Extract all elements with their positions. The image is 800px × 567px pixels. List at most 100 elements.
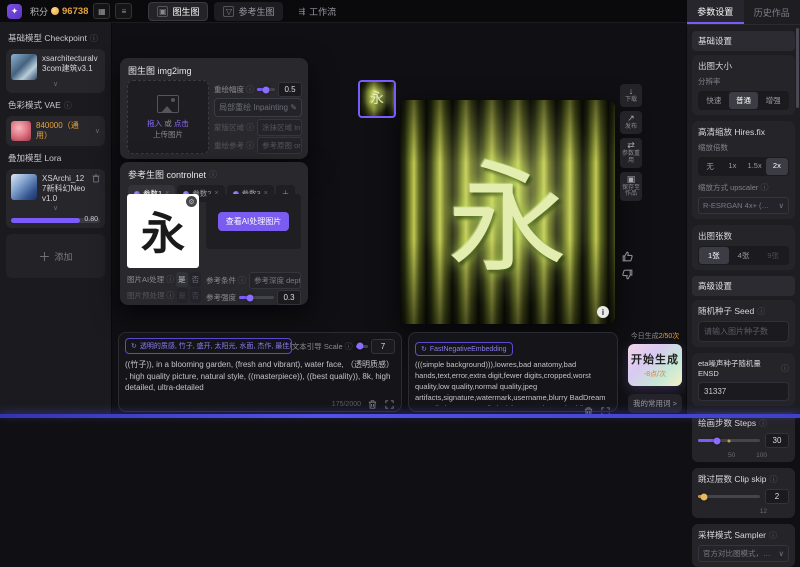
publish-button[interactable]: ↗ 发布	[620, 111, 642, 134]
download-button[interactable]: ↓ 下载	[620, 84, 642, 107]
positive-prompt-input[interactable]: ((竹子)), in a blooming garden, (fresh and…	[125, 359, 395, 397]
sampler-card: 采样模式 Samplerⓘ 官方对比图模式，易调试 (DP…∨	[692, 524, 795, 567]
seed-card: 随机种子 Seedⓘ 请输入图片种子数	[692, 300, 795, 347]
ref-condition-dropdown[interactable]: 参考深度 dept∨	[249, 272, 301, 289]
upscaler-dropdown[interactable]: R-ESRGAN 4x+ (适合多种风…∨	[698, 197, 789, 214]
trash-icon[interactable]	[367, 399, 378, 410]
upscaler-label: 缩放方式 upscaler ⓘ	[698, 182, 789, 193]
scale-15x[interactable]: 1.5x	[744, 158, 766, 175]
image-info-icon[interactable]: i	[597, 306, 609, 318]
preprocess-yes-button[interactable]: 是	[177, 288, 188, 303]
seed-input[interactable]: 请输入图片种子数	[698, 321, 789, 342]
credits[interactable]: 积分 96738	[30, 5, 88, 18]
tab-history[interactable]: 历史作品	[744, 0, 800, 24]
thumb-up-icon[interactable]	[621, 250, 634, 263]
my-words-button[interactable]: 我的常用词 >	[628, 394, 682, 413]
cfg-scale-slider[interactable]	[356, 345, 368, 348]
sampler-dropdown[interactable]: 官方对比图模式，易调试 (DP…∨	[698, 545, 789, 562]
save-icon: ▣	[627, 175, 636, 184]
ref-strength-slider[interactable]	[239, 296, 274, 299]
chevron-down-icon[interactable]: ∨	[11, 80, 100, 88]
chevron-down-icon[interactable]: ∨	[11, 204, 100, 212]
image-icon: ▣	[157, 6, 168, 17]
steps-slider[interactable]	[698, 439, 760, 442]
controlnet-source-image[interactable]: 永 ⚙	[127, 194, 199, 268]
result-thumbnail[interactable]: 永	[358, 80, 396, 118]
checkpoint-thumbnail	[11, 54, 37, 80]
view-ai-image-button[interactable]: 查看AI处理图片	[218, 212, 290, 231]
gear-icon[interactable]: ⚙	[186, 196, 197, 207]
grid-view-button[interactable]: ▦	[93, 3, 110, 19]
steps-mid-tick: 50	[728, 452, 735, 459]
image-glyph: 永	[448, 121, 568, 295]
tab-controlnet[interactable]: ▽ 参考生图	[214, 2, 283, 21]
tab-parameters[interactable]: 参数设置	[687, 0, 744, 24]
lora-card[interactable]: XSArchi_127新科幻Neov1.0 ∨ 0.80	[6, 169, 105, 228]
basic-settings-header: 基础设置	[692, 31, 795, 51]
expand-icon[interactable]	[384, 399, 395, 410]
count-4[interactable]: 4张	[729, 247, 759, 264]
vae-section-title: 色彩模式 VAEⓘ	[8, 99, 105, 111]
ai-process-yes-button[interactable]: 是	[176, 272, 187, 287]
settings-sidebar: 参数设置 历史作品 基础设置 出图大小 分辨率 快速 普通 增强 高清缩放 Hi…	[686, 0, 800, 418]
delete-icon[interactable]	[92, 174, 100, 185]
info-icon: ⓘ	[209, 169, 217, 180]
scale-2x[interactable]: 2x	[766, 158, 788, 175]
save-to-works-button[interactable]: ▣ 保存至作品	[620, 172, 642, 202]
ensd-label: eta噪声种子随机量 ENSDⓘ	[698, 358, 789, 378]
res-enhanced[interactable]: 增强	[758, 92, 788, 109]
ensd-input[interactable]: 31337	[698, 382, 789, 401]
lora-weight-slider[interactable]: 0.80	[11, 218, 100, 223]
denoise-label: 重绘幅度ⓘ	[214, 84, 254, 95]
image-actions: ↓ 下载 ↗ 发布 ⇄ 参数重用 ▣ 保存至作品	[620, 84, 642, 201]
count-1[interactable]: 1张	[699, 247, 729, 264]
negative-embedding-chip[interactable]: ↻ FastNegativeEmbedding	[415, 342, 513, 356]
generated-image[interactable]: 永 i	[400, 100, 615, 324]
chevron-down-icon[interactable]: ∨	[95, 127, 100, 135]
ref-strength-value[interactable]: 0.3	[277, 290, 301, 305]
feedback-buttons	[621, 250, 634, 281]
clip-skip-slider[interactable]	[698, 495, 760, 498]
tab-workflow[interactable]: ⇶ 工作流	[289, 2, 345, 21]
seed-label: 随机种子 Seedⓘ	[698, 305, 789, 317]
reuse-params-button[interactable]: ⇄ 参数重用	[620, 138, 642, 168]
ai-process-no-button[interactable]: 否	[190, 272, 201, 287]
lora-thumbnail	[11, 174, 37, 200]
generate-button[interactable]: 开始生成 -8点/次	[628, 344, 682, 386]
res-normal[interactable]: 普通	[729, 92, 759, 109]
add-lora-button[interactable]: ＋ 添加	[6, 234, 105, 278]
app-logo[interactable]: ✦	[7, 4, 22, 19]
cfg-scale-value[interactable]: 7	[371, 339, 395, 354]
settings-tabs: 参数设置 历史作品	[687, 0, 800, 25]
ensd-card: eta噪声种子随机量 ENSDⓘ 31337	[692, 353, 795, 406]
vae-card[interactable]: 840000（通用） ∨	[6, 116, 105, 146]
denoise-slider[interactable]	[257, 88, 275, 91]
checkpoint-card[interactable]: xsarchitecturalv3com建筑v3.1 ∨	[6, 49, 105, 93]
redraw-ref-dropdown[interactable]: 参考原图 or∨	[257, 137, 302, 154]
preprocess-no-button[interactable]: 否	[190, 288, 201, 303]
credits-value: 96738	[62, 6, 88, 17]
res-fast[interactable]: 快速	[699, 92, 729, 109]
workflow-icon: ⇶	[298, 7, 305, 16]
hires-scale-segmented: 无 1x 1.5x 2x	[698, 157, 789, 176]
checkpoint-section-title: 基础模型 Checkpointⓘ	[8, 32, 105, 44]
sidebar-scrollbar[interactable]	[796, 28, 799, 108]
grid-icon: ▦	[98, 7, 106, 16]
preprocess-row: 图片预处理ⓘ 是 否	[127, 288, 201, 303]
scale-none[interactable]: 无	[699, 158, 721, 175]
batch-count-title: 出图张数	[698, 230, 789, 242]
inpainting-button[interactable]: 局部重绘 Inpainting ✎	[214, 98, 302, 117]
clip-skip-value[interactable]: 2	[765, 489, 789, 504]
tab-img2img[interactable]: ▣ 图生图	[148, 2, 208, 21]
positive-translate-chip[interactable]: ↻ 透明的质感, 竹子, 盛开, 太阳光, 水面, 杰作, 最佳质量	[125, 338, 292, 354]
steps-value[interactable]: 30	[765, 433, 789, 448]
img2img-upload-dropzone[interactable]: 拖入 或 点击 上传图片	[127, 80, 209, 154]
thumb-down-icon[interactable]	[621, 268, 634, 281]
denoise-value[interactable]: 0.5	[278, 82, 302, 97]
menu-button[interactable]: ≡	[115, 3, 132, 19]
scale-1x[interactable]: 1x	[721, 158, 743, 175]
controlnet-glyph: 永	[141, 198, 185, 262]
mask-dropdown[interactable]: 涂抹区域 In∨	[257, 119, 302, 136]
generate-column: 今日生成2/50次 开始生成 -8点/次 我的常用词 >	[628, 331, 682, 413]
negative-prompt-input[interactable]: (((simple background))),lowres,bad anato…	[415, 360, 611, 406]
